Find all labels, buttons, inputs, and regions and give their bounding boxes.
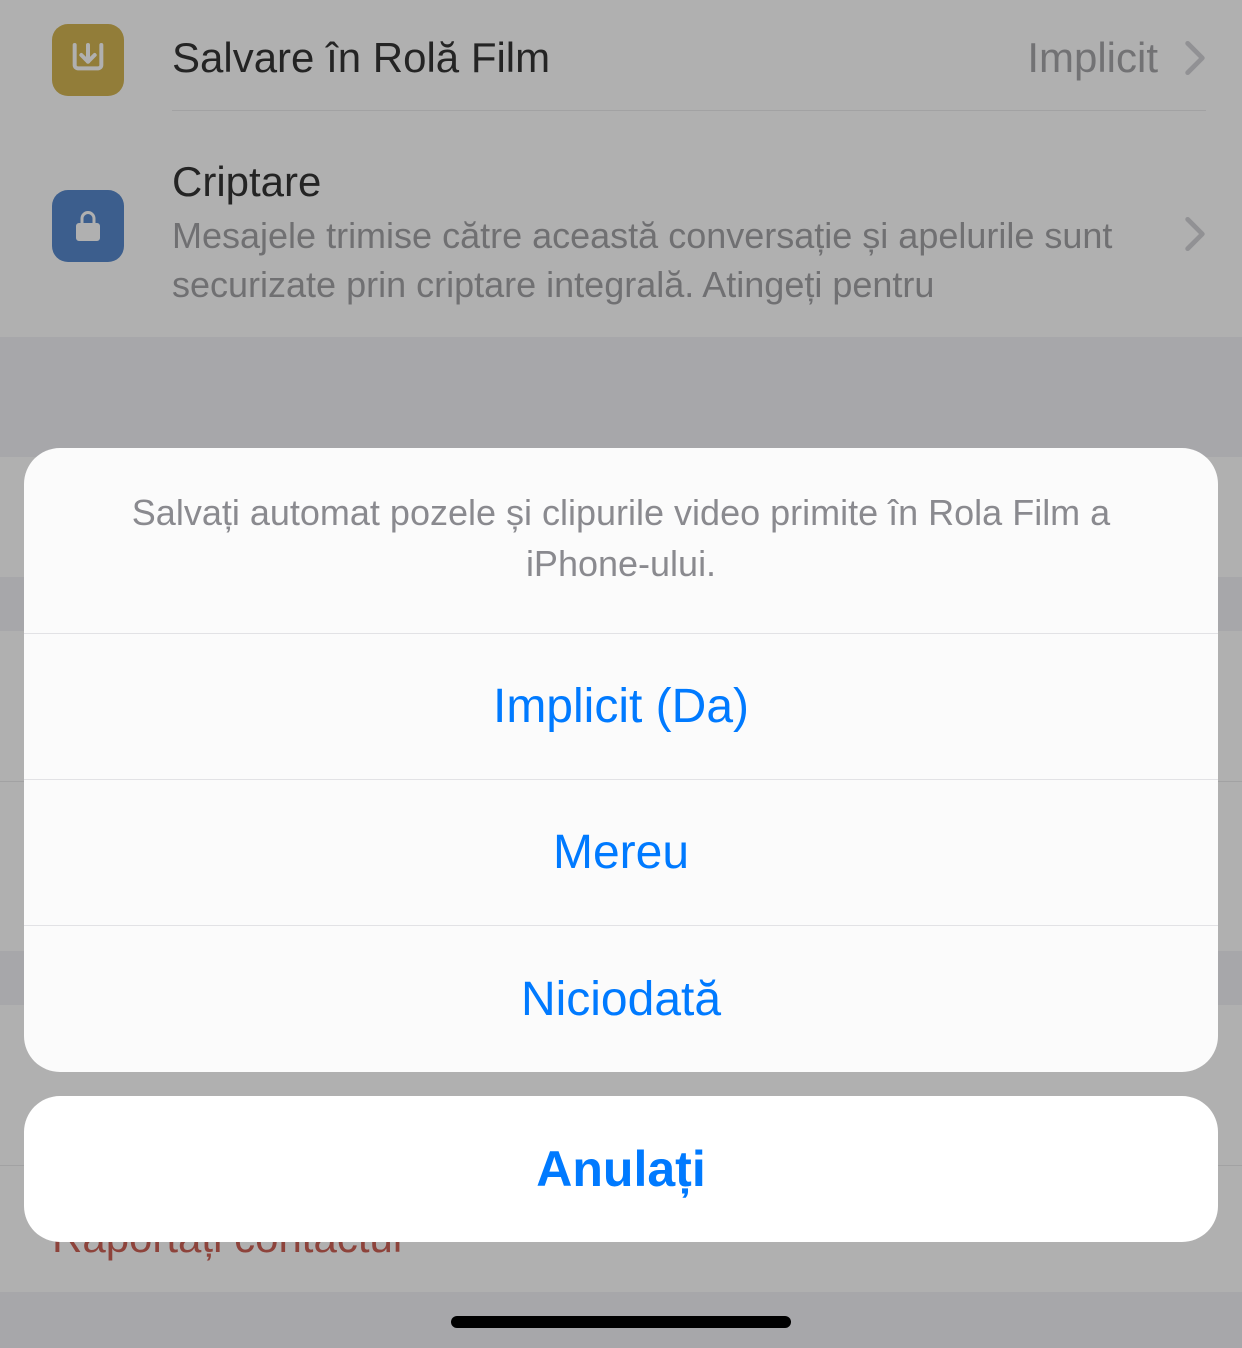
option-implicit-yes[interactable]: Implicit (Da)	[24, 634, 1218, 780]
option-always[interactable]: Mereu	[24, 780, 1218, 926]
cancel-label: Anulați	[536, 1140, 705, 1198]
cancel-button[interactable]: Anulați	[24, 1096, 1218, 1242]
action-sheet: Salvați automat pozele și clipurile vide…	[24, 448, 1218, 1072]
action-sheet-header: Salvați automat pozele și clipurile vide…	[24, 448, 1218, 634]
option-never[interactable]: Niciodată	[24, 926, 1218, 1072]
home-indicator	[451, 1316, 791, 1328]
